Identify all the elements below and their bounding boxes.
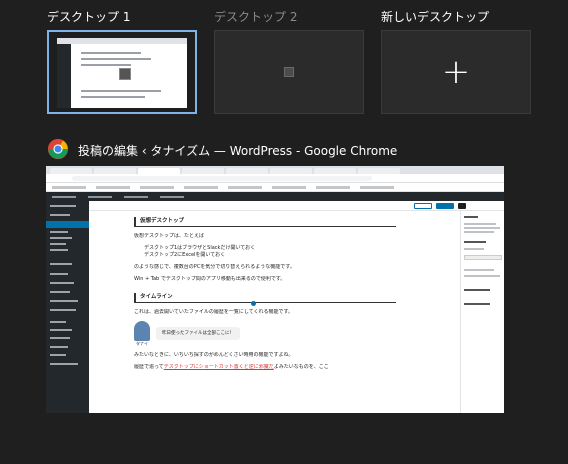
window-title: 投稿の編集 ‹ タナイズム — WordPress - Google Chrom… xyxy=(78,144,398,158)
window-icon xyxy=(119,68,131,80)
bookmarks-bar xyxy=(46,183,504,192)
plus-icon: + xyxy=(441,52,471,92)
paragraph: Win + Tab でデスクトップ間のアプリ移動も出来るので便利です。 xyxy=(134,276,286,282)
paragraph: 履歴で追ってデスクトップにショートカット置くと逆に邪魔だよみたいなものを、ここ xyxy=(134,364,396,371)
new-desktop-label: 新しいデスクトップ xyxy=(381,10,490,24)
paragraph: これは、過去開いていたファイルの履歴を一覧にしてくれる機能です。 xyxy=(134,309,294,315)
avatar-label: タナイ xyxy=(136,341,148,346)
block-inserter-icon xyxy=(251,301,256,306)
paragraph: のような感じで、複数台のPCを気分で切り替えられるような機能です。 xyxy=(134,264,295,270)
highlight-link[interactable]: デスクトップにショートカット置くと逆に邪魔だ xyxy=(164,364,274,370)
list-item: デスクトップ2にExcelを開いておく xyxy=(144,252,226,258)
block-settings-panel xyxy=(460,211,504,413)
list-item: デスクトップ1はブラウザとSlackだけ開いておく xyxy=(144,245,256,251)
window-thumbnail[interactable]: 仮想デスクトップ 仮想デスクトップは、たとえば デスクトップ1はブラウザとSla… xyxy=(46,166,504,413)
new-desktop-button[interactable]: + xyxy=(381,30,531,114)
desktop-icon xyxy=(284,67,294,77)
desktop-2-thumbnail[interactable] xyxy=(214,30,364,114)
post-content: 仮想デスクトップ 仮想デスクトップは、たとえば デスクトップ1はブラウザとSla… xyxy=(134,215,396,376)
editor-toolbar xyxy=(89,201,504,211)
browser-tab-strip xyxy=(46,166,504,174)
paragraph-text: よみたいなものを、ここ xyxy=(273,364,329,370)
paragraph: 仮想デスクトップは、たとえば xyxy=(134,233,205,239)
wp-admin-bar xyxy=(46,192,504,201)
paragraph-text: 履歴で追って xyxy=(134,364,164,370)
heading-timeline: タイムライン xyxy=(134,293,396,303)
heading-virtual-desktop: 仮想デスクトップ xyxy=(134,217,396,227)
desktop-1-thumbnail[interactable] xyxy=(47,30,197,114)
avatar xyxy=(134,321,150,341)
address-bar xyxy=(46,174,504,183)
speech-bubble: 昨日使ったファイルは全部ここに！ xyxy=(156,327,240,340)
chrome-icon xyxy=(47,138,69,160)
desktop-2-label: デスクトップ 2 xyxy=(214,10,298,24)
wp-admin-sidebar xyxy=(46,201,89,413)
paragraph: みたいなときに、いちいち探すのがめんどくさい時用の機能ですよね。 xyxy=(134,352,294,358)
desktop-1-label: デスクトップ 1 xyxy=(47,10,131,24)
desktop-1-preview xyxy=(57,38,187,108)
